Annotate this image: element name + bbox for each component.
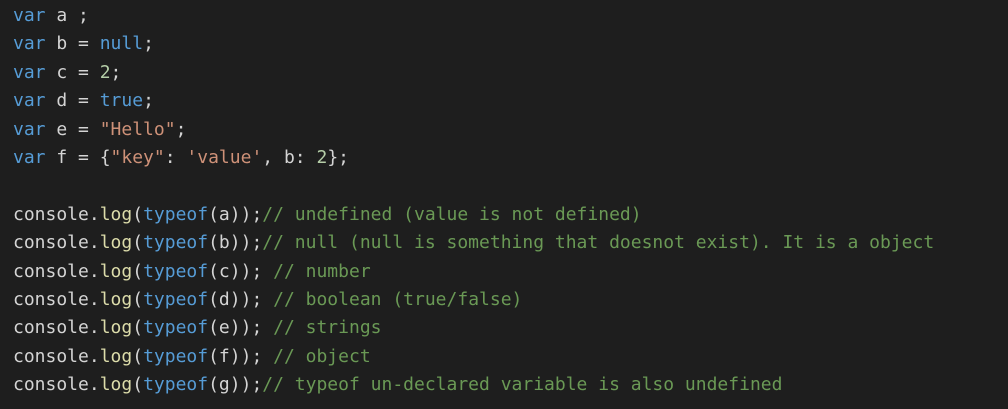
code-token-op: ; [175, 118, 187, 140]
code-line[interactable]: console.log(typeof(b));// null (null is … [13, 229, 1008, 257]
code-token-kw: var [13, 5, 46, 26]
code-token-typeof: typeof [143, 345, 209, 367]
code-token-op: (f)); [208, 345, 274, 367]
code-token-func: log [99, 317, 133, 339]
code-token-comment: // undefined (value is not defined) [262, 203, 642, 225]
code-token-typeof: typeof [143, 288, 209, 310]
code-token-var: console. [13, 203, 100, 225]
code-line[interactable]: console.log(typeof(d)); // boolean (true… [13, 286, 1008, 314]
code-token-func: log [99, 288, 133, 310]
code-token-func: log [99, 232, 133, 254]
code-token-var: console. [13, 288, 100, 310]
code-token-str: "key" [110, 146, 165, 168]
code-token-func: log [99, 345, 133, 367]
code-token-comment: // typeof un-declared variable is also u… [262, 374, 783, 396]
code-token-func: log [99, 203, 133, 225]
code-token-var: console. [13, 345, 100, 367]
code-token-op: (e)); [208, 317, 274, 339]
code-token-comment: // number [273, 260, 371, 282]
code-token-var: console. [13, 232, 100, 254]
code-token-op: (c)); [208, 260, 274, 282]
code-editor[interactable]: var a ; var b = null; var c = 2; var d = tr… [0, 0, 1008, 409]
code-token-var: d = [45, 90, 100, 112]
code-token-var: c = [45, 61, 100, 83]
code-token-op: : [164, 146, 187, 168]
code-token-typeof: typeof [143, 374, 209, 396]
code-token-var: console. [13, 374, 100, 396]
code-token-op: ( [132, 260, 144, 282]
code-token-op: , b: [262, 146, 317, 168]
code-token-kw: var [13, 61, 46, 83]
code-token-bool: true [99, 90, 144, 112]
code-token-comment: // null (null is something that doesnot … [262, 232, 935, 254]
code-token-comment: // boolean (true/false) [273, 288, 523, 310]
code-token-var: console. [13, 260, 100, 282]
code-token-kw: var [13, 90, 46, 112]
code-token-op: ; [143, 90, 154, 112]
code-token-typeof: typeof [143, 317, 209, 339]
code-token-comment: // strings [273, 317, 382, 339]
code-line[interactable]: console.log(typeof(a));// undefined (val… [13, 201, 1008, 229]
code-token-op: }; [327, 146, 349, 168]
code-line[interactable]: var c = 2; [13, 59, 1008, 87]
code-token-var: console. [13, 317, 100, 339]
code-line[interactable]: ​ [13, 172, 1008, 200]
code-token-var: e = [45, 118, 100, 140]
code-token-kw: var [13, 146, 46, 168]
code-token-op: (b)); [208, 232, 263, 254]
code-line[interactable]: console.log(typeof(e)); // strings [13, 314, 1008, 342]
code-token-typeof: typeof [143, 203, 209, 225]
code-token-op: (d)); [208, 288, 274, 310]
code-token-op: ; [143, 33, 154, 55]
code-token-op: (g)); [208, 374, 263, 396]
code-line[interactable]: console.log(typeof(g));// typeof un-decl… [13, 371, 1008, 399]
code-token-var: b = [45, 33, 100, 55]
code-line[interactable]: var e = "Hello"; [13, 116, 1008, 144]
code-token-kw: var [13, 33, 46, 55]
code-token-op: ; [110, 61, 122, 83]
code-token-num: 2 [316, 146, 328, 168]
code-token-str: 'value' [186, 146, 263, 168]
code-token-kw: var [13, 118, 46, 140]
code-token-str: "Hello" [99, 118, 176, 140]
code-token-func: log [99, 260, 133, 282]
code-token-op: ( [132, 203, 144, 225]
code-token-typeof: typeof [143, 260, 209, 282]
code-token-var: f = { [45, 146, 111, 168]
code-token-op: ( [132, 345, 144, 367]
code-token-comment: // object [273, 345, 371, 367]
code-line[interactable]: var a ; [13, 2, 1008, 30]
code-token-typeof: typeof [143, 232, 209, 254]
code-token-func: log [99, 374, 133, 396]
code-line[interactable]: var f = {"key": 'value', b: 2}; [13, 144, 1008, 172]
code-token-var: a ; [45, 5, 89, 26]
code-token-op: ( [132, 374, 144, 396]
code-token-op: ( [132, 317, 144, 339]
code-token-null: null [99, 33, 144, 55]
code-token-op: ( [132, 232, 144, 254]
code-token-num: 2 [99, 61, 111, 83]
code-token-op: ( [132, 288, 144, 310]
code-line[interactable]: console.log(typeof(f)); // object [13, 343, 1008, 371]
code-line[interactable]: console.log(typeof(c)); // number [13, 258, 1008, 286]
code-line[interactable]: var d = true; [13, 87, 1008, 115]
code-token-op: (a)); [208, 203, 263, 225]
code-line[interactable]: var b = null; [13, 30, 1008, 58]
